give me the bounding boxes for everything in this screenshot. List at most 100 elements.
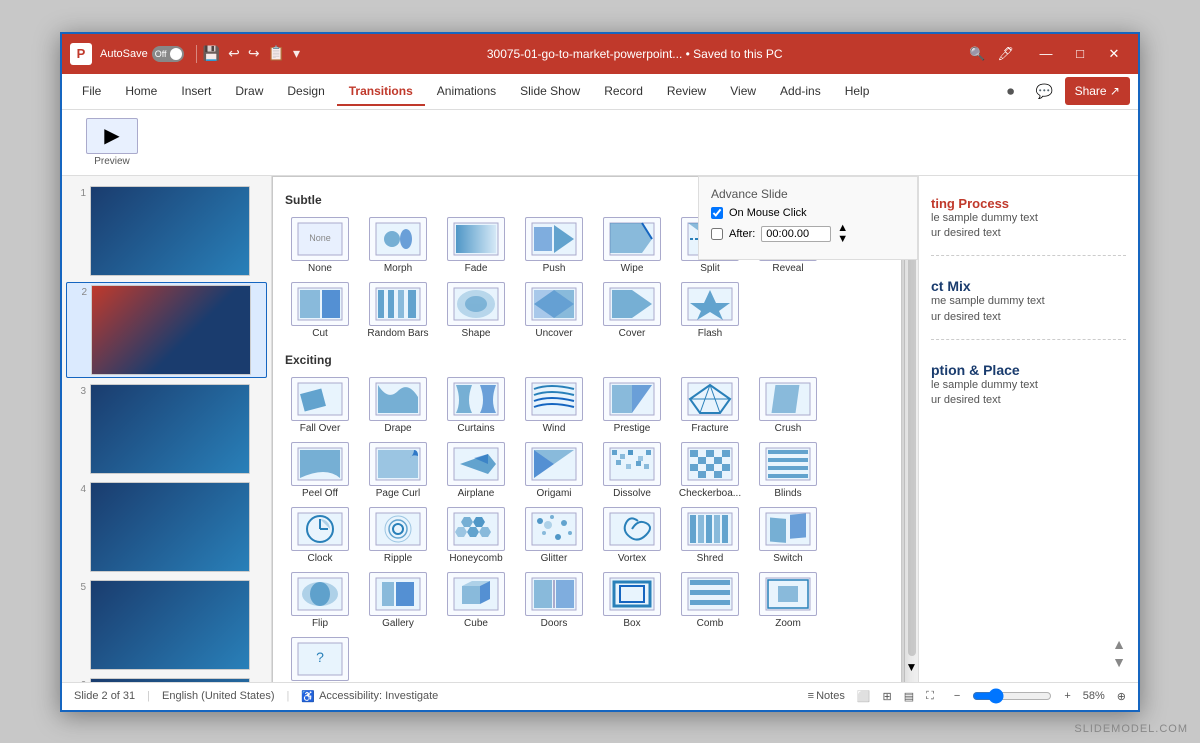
scroll-thumb[interactable] xyxy=(908,202,916,656)
transition-gallery[interactable]: Gallery xyxy=(359,568,437,633)
slide-num-4: 4 xyxy=(70,482,86,495)
tab-home[interactable]: Home xyxy=(113,78,169,106)
scroll-down-arrow[interactable]: ▼ xyxy=(906,660,918,674)
close-button[interactable]: ✕ xyxy=(1098,41,1130,67)
transition-cube[interactable]: Cube xyxy=(437,568,515,633)
pen-icon[interactable]: 🖊 xyxy=(997,46,1014,62)
transition-comb[interactable]: Comb xyxy=(671,568,749,633)
transition-glitter[interactable]: Glitter xyxy=(515,503,593,568)
transition-blinds[interactable]: Blinds xyxy=(749,438,827,503)
transition-fallover[interactable]: Fall Over xyxy=(281,373,359,438)
comment-icon[interactable]: 💬 xyxy=(1031,77,1059,105)
transition-crush[interactable]: Crush xyxy=(749,373,827,438)
transition-shred[interactable]: Shred xyxy=(671,503,749,568)
transition-honeycomb[interactable]: Honeycomb xyxy=(437,503,515,568)
transition-prestige-label: Prestige xyxy=(614,423,651,434)
slide-thumb-4[interactable]: 4 xyxy=(66,480,267,574)
undo-icon[interactable]: ↩ xyxy=(228,45,240,62)
transition-uncover[interactable]: Uncover xyxy=(515,278,593,343)
transition-pagecurl[interactable]: Page Curl xyxy=(359,438,437,503)
tab-transitions[interactable]: Transitions xyxy=(337,78,425,106)
tab-view[interactable]: View xyxy=(718,78,768,106)
transition-random[interactable]: ? Random xyxy=(281,633,359,682)
transition-randombars[interactable]: Random Bars xyxy=(359,278,437,343)
transition-cut[interactable]: Cut xyxy=(281,278,359,343)
accessibility-area[interactable]: ♿ Accessibility: Investigate xyxy=(301,690,438,703)
transition-flip[interactable]: Flip xyxy=(281,568,359,633)
tab-design[interactable]: Design xyxy=(275,78,336,106)
transition-zoom[interactable]: Zoom xyxy=(749,568,827,633)
tab-slideshow[interactable]: Slide Show xyxy=(508,78,592,106)
slide-thumb-5[interactable]: 5 xyxy=(66,578,267,672)
save-icon[interactable]: 💾 xyxy=(203,45,220,62)
on-mouse-click-checkbox[interactable] xyxy=(711,207,723,219)
tab-draw[interactable]: Draw xyxy=(223,78,275,106)
zoom-slider[interactable] xyxy=(972,688,1052,704)
fit-slide-icon[interactable]: ⊕ xyxy=(1117,690,1126,703)
autosave-toggle[interactable]: Off xyxy=(152,46,184,62)
tab-file[interactable]: File xyxy=(70,78,113,106)
grid-view-icon[interactable]: ⊞ xyxy=(883,690,892,703)
right-scroll-down[interactable]: ▼ xyxy=(1112,654,1126,670)
search-icon[interactable]: 🔍 xyxy=(969,46,985,62)
app-window: P AutoSave Off 💾 ↩ ↪ 📋 ▾ 30075-01-go-to-… xyxy=(60,32,1140,712)
slide-thumb-3[interactable]: 3 xyxy=(66,382,267,476)
transition-dissolve[interactable]: Dissolve xyxy=(593,438,671,503)
transition-cover[interactable]: Cover xyxy=(593,278,671,343)
minimize-button[interactable]: — xyxy=(1030,41,1062,67)
transition-shape[interactable]: Shape xyxy=(437,278,515,343)
transition-wind[interactable]: Wind xyxy=(515,373,593,438)
transition-drape[interactable]: Drape xyxy=(359,373,437,438)
transition-fracture[interactable]: Fracture xyxy=(671,373,749,438)
time-down-icon[interactable]: ▼ xyxy=(837,234,848,245)
tab-insert[interactable]: Insert xyxy=(169,78,223,106)
transition-switch[interactable]: Switch xyxy=(749,503,827,568)
right-scroll-up[interactable]: ▲ xyxy=(1112,636,1126,652)
reading-view-icon[interactable]: ▤ xyxy=(904,690,914,703)
transition-ripple[interactable]: Ripple xyxy=(359,503,437,568)
maximize-button[interactable]: □ xyxy=(1064,41,1096,67)
record-icon[interactable]: ⏺ xyxy=(997,77,1025,105)
transition-box[interactable]: Box xyxy=(593,568,671,633)
share-button[interactable]: Share ↗ xyxy=(1065,77,1130,105)
notes-button[interactable]: ≡ Notes xyxy=(808,690,845,702)
time-up-icon[interactable]: ▲ xyxy=(837,223,848,234)
slide-thumb-1[interactable]: 1 xyxy=(66,184,267,278)
normal-view-icon[interactable]: ⬜ xyxy=(857,690,871,703)
zoom-in-icon[interactable]: + xyxy=(1064,690,1070,702)
after-checkbox[interactable] xyxy=(711,228,723,240)
present-icon[interactable]: ⛶ xyxy=(926,690,934,703)
transition-curtains[interactable]: Curtains xyxy=(437,373,515,438)
tab-animations[interactable]: Animations xyxy=(425,78,508,106)
customize-icon[interactable]: 📋 xyxy=(268,45,285,62)
transition-prestige[interactable]: Prestige xyxy=(593,373,671,438)
transition-clock[interactable]: Clock xyxy=(281,503,359,568)
slide-num-5: 5 xyxy=(70,580,86,593)
notes-label: Notes xyxy=(816,690,845,702)
transition-airplane[interactable]: Airplane xyxy=(437,438,515,503)
transition-origami[interactable]: Origami xyxy=(515,438,593,503)
accessibility-label: Accessibility: Investigate xyxy=(319,690,438,702)
transition-vortex[interactable]: Vortex xyxy=(593,503,671,568)
transition-wipe[interactable]: Wipe xyxy=(593,213,671,278)
transition-doors[interactable]: Doors xyxy=(515,568,593,633)
after-time-input[interactable] xyxy=(761,226,831,242)
preview-icon[interactable]: ▶ xyxy=(86,118,138,154)
transition-push[interactable]: Push xyxy=(515,213,593,278)
transition-flash[interactable]: Flash xyxy=(671,278,749,343)
transition-checkerboard[interactable]: Checkerboa... xyxy=(671,438,749,503)
notes-icon: ≡ xyxy=(808,690,814,702)
zoom-out-icon[interactable]: − xyxy=(954,690,960,702)
tab-review[interactable]: Review xyxy=(655,78,718,106)
redo-icon[interactable]: ↪ xyxy=(248,45,260,62)
transition-fade[interactable]: Fade xyxy=(437,213,515,278)
tab-record[interactable]: Record xyxy=(592,78,655,106)
transition-morph[interactable]: Morph xyxy=(359,213,437,278)
more-icon[interactable]: ▾ xyxy=(293,45,300,62)
slide-thumb-2[interactable]: 2 xyxy=(66,282,267,378)
tab-help[interactable]: Help xyxy=(833,78,882,106)
transition-peeloff[interactable]: Peel Off xyxy=(281,438,359,503)
transition-none[interactable]: None None xyxy=(281,213,359,278)
tab-addins[interactable]: Add-ins xyxy=(768,78,833,106)
title-bar: P AutoSave Off 💾 ↩ ↪ 📋 ▾ 30075-01-go-to-… xyxy=(62,34,1138,74)
